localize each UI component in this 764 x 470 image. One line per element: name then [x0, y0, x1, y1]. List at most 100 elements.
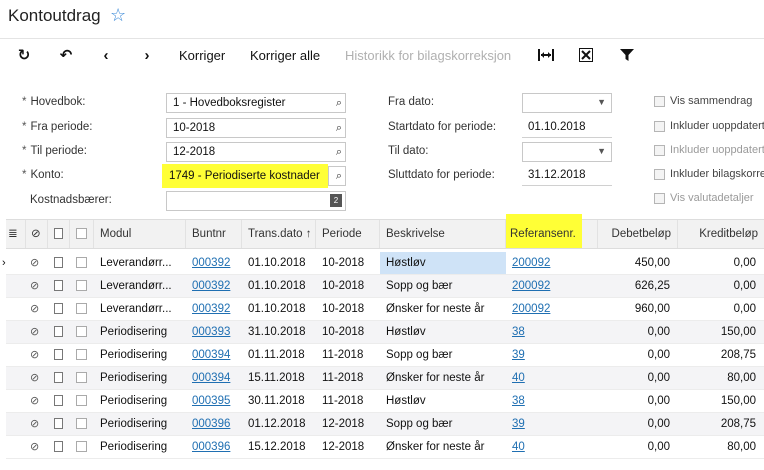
favorite-star-icon[interactable]: ☆ [110, 5, 126, 26]
search-icon[interactable]: ⌕ [336, 167, 342, 185]
export-excel-icon[interactable] [576, 45, 596, 65]
inkluder-uoppdaterte-checkbox[interactable]: Inkluder uoppdaterte [654, 120, 764, 132]
korriger-button[interactable]: Korriger [179, 45, 225, 65]
next-icon[interactable]: › [137, 45, 157, 65]
referanse-link[interactable]: 200092 [512, 303, 550, 315]
attachment-icon[interactable]: ⊘ [30, 257, 39, 269]
cell-beskrivelse[interactable]: Ønsker for neste år [380, 436, 506, 458]
row-checkbox[interactable] [76, 257, 87, 268]
cell-beskrivelse[interactable]: Sopp og bær [380, 413, 506, 435]
historikk-button[interactable]: Historikk for bilagskorreksjon [345, 45, 511, 65]
note-icon[interactable] [54, 349, 63, 360]
col-periode[interactable]: Periode [316, 220, 380, 248]
attachment-icon[interactable]: ⊘ [26, 220, 48, 248]
referanse-link[interactable]: 200092 [512, 257, 550, 269]
select-all-checkbox[interactable] [70, 220, 94, 248]
cell-beskrivelse[interactable]: Ønsker for neste år [380, 298, 506, 320]
cell-beskrivelse[interactable]: Sopp og bær [380, 344, 506, 366]
hovedbok-input[interactable]: 1 - Hovedboksregister ⌕ [166, 93, 346, 113]
row-checkbox[interactable] [76, 418, 87, 429]
til-dato-input[interactable]: ▼ [522, 142, 612, 162]
fit-columns-icon[interactable] [536, 45, 556, 65]
attachment-icon[interactable]: ⊘ [30, 395, 39, 407]
referanse-link[interactable]: 38 [512, 326, 525, 338]
referanse-link[interactable]: 38 [512, 395, 525, 407]
col-kredit[interactable]: Kreditbeløp [678, 220, 764, 248]
fra-periode-input[interactable]: 10-2018 ⌕ [166, 118, 346, 138]
kostnadsbaerer-input[interactable]: 2 [166, 191, 346, 211]
vis-valutadetaljer-checkbox[interactable]: Vis valutadetaljer [654, 192, 754, 204]
segment-icon[interactable]: 2 [330, 194, 342, 207]
col-referanse[interactable]: Referansenr. [506, 214, 598, 248]
refresh-icon[interactable]: ↻ [14, 45, 34, 65]
table-row[interactable]: › ⊘ Leverandørr... 000392 01.10.2018 10-2018 H… [2, 252, 764, 275]
cell-beskrivelse[interactable]: Høstløv [380, 252, 506, 274]
previous-icon[interactable]: ‹ [96, 45, 116, 65]
cell-beskrivelse[interactable]: Høstløv [380, 390, 506, 412]
search-icon[interactable]: ⌕ [336, 94, 342, 112]
chevron-down-icon[interactable]: ▼ [597, 146, 606, 156]
attachment-icon[interactable]: ⊘ [30, 349, 39, 361]
buntnr-link[interactable]: 000392 [192, 303, 230, 315]
referanse-link[interactable]: 200092 [512, 280, 550, 292]
row-checkbox[interactable] [76, 349, 87, 360]
row-checkbox[interactable] [76, 441, 87, 452]
buntnr-link[interactable]: 000393 [192, 326, 230, 338]
attachment-icon[interactable]: ⊘ [30, 441, 39, 453]
row-checkbox[interactable] [76, 303, 87, 314]
buntnr-link[interactable]: 000396 [192, 418, 230, 430]
undo-icon[interactable]: ↶ [56, 45, 76, 65]
referanse-link[interactable]: 39 [512, 418, 525, 430]
til-periode-input[interactable]: 12-2018 ⌕ [166, 142, 346, 162]
cell-beskrivelse[interactable]: Høstløv [380, 321, 506, 343]
row-selector-icon[interactable]: ≣ [6, 220, 26, 248]
row-checkbox[interactable] [76, 280, 87, 291]
note-icon[interactable] [54, 418, 63, 429]
konto-lookup[interactable]: ⌕ [328, 166, 346, 186]
col-buntnr[interactable]: Buntnr [186, 220, 242, 248]
cell-beskrivelse[interactable]: Sopp og bær [380, 275, 506, 297]
note-icon[interactable] [54, 395, 63, 406]
table-row[interactable]: ⊘ Periodisering 000396 01.12.2018 12-2018 Sop… [6, 413, 764, 436]
note-icon[interactable] [54, 326, 63, 337]
korriger-alle-button[interactable]: Korriger alle [250, 45, 320, 65]
table-row[interactable]: ⊘ Leverandørr... 000392 01.10.2018 10-2018 Øn… [6, 298, 764, 321]
table-row[interactable]: ⊘ Periodisering 000396 15.12.2018 12-2018 Øns… [6, 436, 764, 459]
search-icon[interactable]: ⌕ [336, 119, 342, 137]
buntnr-link[interactable]: 000396 [192, 441, 230, 453]
table-row[interactable]: ⊘ Leverandørr... 000392 01.10.2018 10-2018 So… [6, 275, 764, 298]
filter-icon[interactable] [617, 45, 637, 65]
row-checkbox[interactable] [76, 326, 87, 337]
row-checkbox[interactable] [76, 372, 87, 383]
table-row[interactable]: ⊘ Periodisering 000393 31.10.2018 10-2018 Høs… [6, 321, 764, 344]
col-beskrivelse[interactable]: Beskrivelse [380, 220, 506, 248]
inkluder-bilagskorreksjon-checkbox[interactable]: Inkluder bilagskorre [654, 168, 764, 180]
attachment-icon[interactable]: ⊘ [30, 326, 39, 338]
note-icon[interactable] [54, 441, 63, 452]
attachment-icon[interactable]: ⊘ [30, 372, 39, 384]
fra-dato-input[interactable]: ▼ [522, 93, 612, 113]
referanse-link[interactable]: 40 [512, 441, 525, 453]
attachment-icon[interactable]: ⊘ [30, 280, 39, 292]
buntnr-link[interactable]: 000392 [192, 280, 230, 292]
inkluder-uoppdaterte-2-checkbox[interactable]: Inkluder uoppdaterte [654, 144, 764, 156]
note-icon[interactable] [54, 372, 63, 383]
referanse-link[interactable]: 39 [512, 349, 525, 361]
cell-beskrivelse[interactable]: Ønsker for neste år [380, 367, 506, 389]
buntnr-link[interactable]: 000394 [192, 349, 230, 361]
chevron-down-icon[interactable]: ▼ [597, 97, 606, 107]
table-row[interactable]: ⊘ Periodisering 000395 30.11.2018 11-2018 Høs… [6, 390, 764, 413]
attachment-icon[interactable]: ⊘ [30, 418, 39, 430]
col-debet[interactable]: Debetbeløp [598, 220, 678, 248]
vis-sammendrag-checkbox[interactable]: Vis sammendrag [654, 95, 752, 107]
table-row[interactable]: ⊘ Periodisering 000394 15.11.2018 11-2018 Øns… [6, 367, 764, 390]
attachment-icon[interactable]: ⊘ [30, 303, 39, 315]
row-checkbox[interactable] [76, 395, 87, 406]
buntnr-link[interactable]: 000394 [192, 372, 230, 384]
search-icon[interactable]: ⌕ [336, 143, 342, 161]
table-row[interactable]: ⊘ Periodisering 000394 01.11.2018 11-2018 Sop… [6, 344, 764, 367]
note-icon[interactable] [54, 303, 63, 314]
note-icon[interactable] [54, 257, 63, 268]
note-icon[interactable] [54, 280, 63, 291]
buntnr-link[interactable]: 000392 [192, 257, 230, 269]
